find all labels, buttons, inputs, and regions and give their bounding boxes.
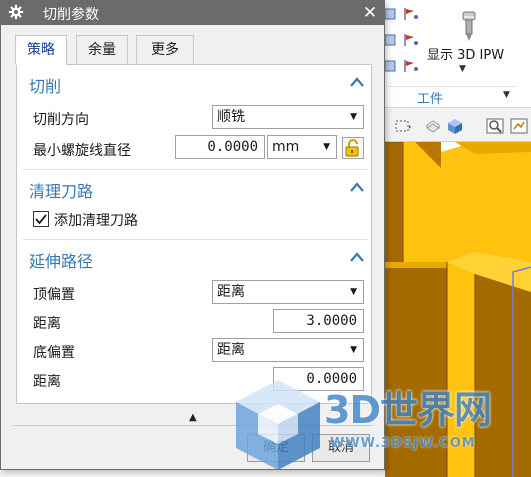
bottom-offset-select[interactable]: 距离 ▼ [212,338,364,362]
bottom-distance-label: 距离 [33,374,61,390]
add-cleanup-label[interactable]: 添加清理刀路 [54,210,138,230]
chevron-down-icon[interactable]: ▼ [503,90,510,100]
dialog-title: 切削参数 [43,7,99,23]
min-helix-diameter-label: 最小螺旋线直径 [33,143,131,159]
section-title-cutting[interactable]: 切削 [29,73,61,97]
strategy-tab-panel: 切削 切削方向 顺铣 ▼ 最小螺旋线直径 0.0000 mm ▼ 清理刀路 添加… [16,64,372,404]
wireframe-shading-icon[interactable] [423,116,443,136]
cancel-button[interactable]: 取消 [312,434,370,462]
caret-down-icon: ▼ [350,345,357,355]
button-bar-divider [13,425,372,426]
ribbon-divider [388,86,516,87]
top-offset-select[interactable]: 距离 ▼ [212,280,364,304]
min-helix-diameter-input[interactable]: 0.0000 [175,135,265,159]
cut-direction-select[interactable]: 顺铣 ▼ [212,105,364,129]
top-distance-label: 距离 [33,316,61,332]
tab-more[interactable]: 更多 [136,35,194,65]
chevron-down-icon[interactable]: ▼ [459,64,466,74]
cut-direction-value: 顺铣 [217,109,245,125]
show-3d-ipw-icon[interactable] [453,10,485,44]
bottom-offset-value: 距离 [217,342,245,358]
padlock-icon[interactable] [342,137,364,159]
tab-stock[interactable]: 余量 [76,35,128,65]
caret-down-icon: ▼ [350,287,357,297]
operation-flag-icon[interactable] [402,58,420,74]
min-helix-diameter-unit-select[interactable]: mm ▼ [267,135,337,159]
box-select-icon[interactable] [393,116,413,136]
section-title-cleanup[interactable]: 清理刀路 [29,178,93,202]
dialog-titlebar[interactable]: 切削参数 ✕ [1,1,384,25]
ok-button[interactable]: 确定 [247,434,305,462]
cut-direction-label: 切削方向 [33,112,89,128]
fit-view-icon[interactable] [509,116,529,136]
view-toolbar [385,110,531,142]
bottom-offset-label: 底偏置 [33,345,75,361]
tab-strategy[interactable]: 策略 [15,35,67,65]
add-cleanup-checkbox[interactable] [33,211,49,227]
expand-dialog-handle[interactable]: ▲ [189,412,197,423]
top-distance-input[interactable]: 3.0000 [273,309,364,333]
zoom-view-icon[interactable] [485,116,505,136]
bottom-distance-input[interactable]: 0.0000 [273,367,364,391]
top-offset-value: 距离 [217,284,245,300]
show-3d-ipw-label[interactable]: 显示 3D IPW [427,44,504,63]
section-title-extend-path[interactable]: 延伸路径 [29,248,93,272]
gear-icon [8,4,24,20]
operation-flag-icon[interactable] [402,32,420,48]
top-offset-label: 顶偏置 [33,287,75,303]
section-divider [23,169,367,170]
chevron-up-icon[interactable] [349,180,365,196]
operation-flag-icon[interactable] [402,6,420,22]
close-button[interactable]: ✕ [359,2,381,24]
shaded-cube-icon[interactable] [445,116,465,136]
chevron-up-icon[interactable] [349,75,365,91]
cutting-parameters-dialog: 切削参数 ✕ 策略 余量 更多 切削 切削方向 顺铣 ▼ 最小螺旋线直径 0.0… [0,0,385,470]
unit-value: mm [272,139,300,155]
section-divider [23,239,367,240]
ribbon-group-label: 工件 [417,92,444,107]
caret-down-icon: ▼ [350,112,357,122]
chevron-up-icon[interactable] [349,250,365,266]
graphics-viewport[interactable] [385,142,531,477]
caret-down-icon: ▼ [323,142,330,152]
